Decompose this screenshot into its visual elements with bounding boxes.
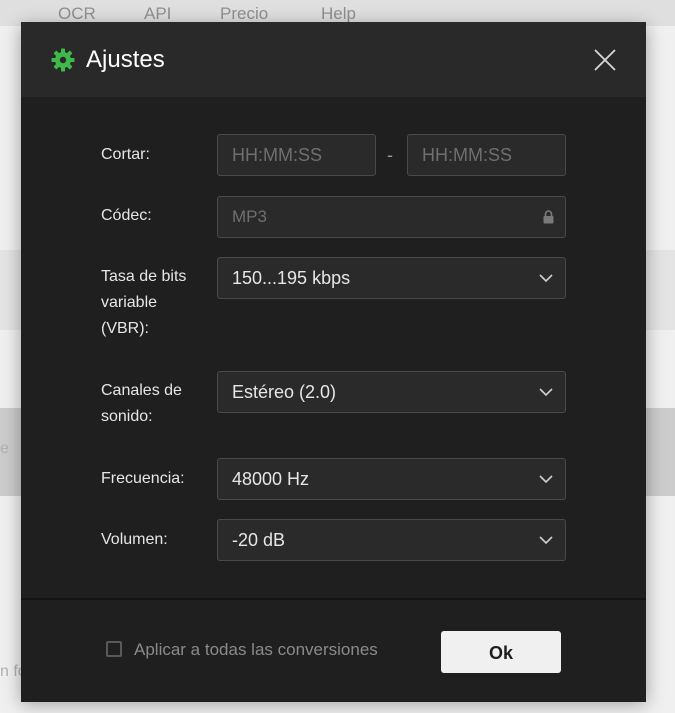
- frequency-select[interactable]: 48000 Hz: [217, 458, 566, 500]
- frequency-value: 48000 Hz: [232, 469, 310, 489]
- apply-all-label[interactable]: Aplicar a todas las conversiones: [134, 640, 378, 660]
- channels-select[interactable]: Estéreo (2.0): [217, 371, 566, 413]
- volume-value: -20 dB: [232, 530, 286, 550]
- volume-select[interactable]: -20 dB: [217, 519, 566, 561]
- codec-value: MP3: [232, 207, 267, 226]
- volume-label: Volumen:: [101, 531, 168, 548]
- apply-all-checkbox[interactable]: [106, 641, 122, 657]
- cut-label: Cortar:: [101, 146, 150, 163]
- dialog-footer: Aplicar a todas las conversiones Ok: [21, 598, 646, 702]
- vbr-value: 150...195 kbps: [232, 268, 351, 288]
- dialog-title: Ajustes: [86, 46, 165, 73]
- cut-separator: -: [387, 145, 393, 165]
- channels-value: Estéreo (2.0): [232, 382, 337, 402]
- cut-start-input[interactable]: [217, 134, 376, 176]
- dialog-header: Ajustes: [21, 22, 646, 97]
- chevron-down-icon: [539, 388, 553, 397]
- cut-end-input[interactable]: [407, 134, 566, 176]
- chevron-down-icon: [539, 274, 553, 283]
- lock-icon: [543, 210, 554, 224]
- channels-label: Canales de sonido:: [101, 382, 182, 425]
- vbr-label: Tasa de bits variable (VBR):: [101, 268, 187, 337]
- frequency-label: Frecuencia:: [101, 470, 185, 487]
- chevron-down-icon: [539, 536, 553, 545]
- settings-dialog: Ajustes Cortar: - Códec: MP3 Tasa de bit…: [21, 22, 646, 702]
- codec-label: Códec:: [101, 207, 152, 224]
- ok-button[interactable]: Ok: [441, 631, 561, 673]
- vbr-select[interactable]: 150...195 kbps: [217, 257, 566, 299]
- chevron-down-icon: [539, 475, 553, 484]
- close-icon[interactable]: [594, 49, 616, 71]
- codec-field: MP3: [217, 196, 566, 238]
- gear-icon: [51, 48, 75, 72]
